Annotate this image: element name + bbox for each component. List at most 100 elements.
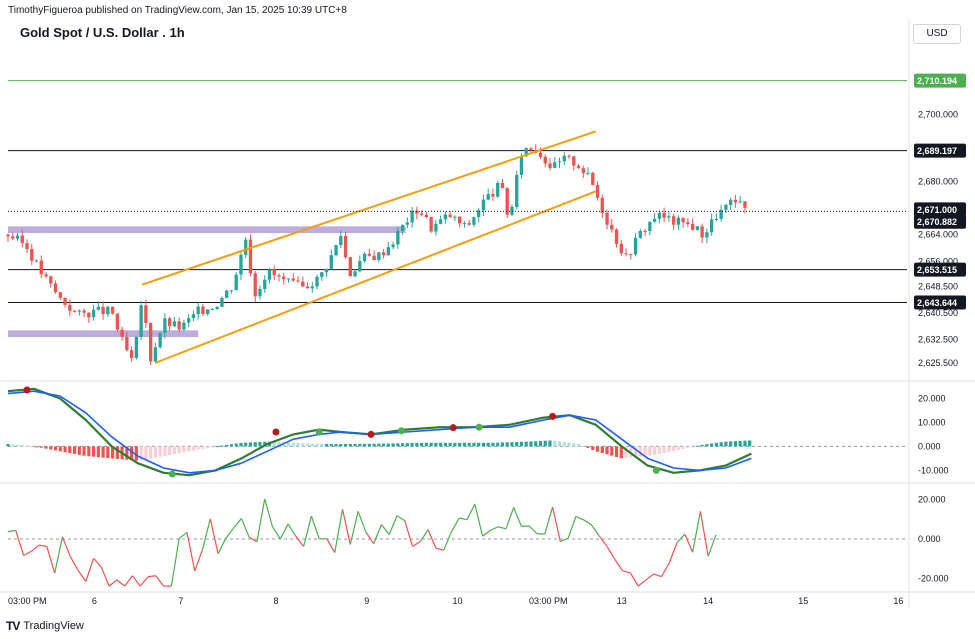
candle-body xyxy=(557,161,562,163)
oscillator-segment xyxy=(443,531,453,551)
y-tick-label: 2,632.500 xyxy=(918,335,958,345)
candle-body xyxy=(572,156,576,166)
histogram-bar xyxy=(348,444,352,447)
histogram-bar xyxy=(672,446,676,452)
candle-body xyxy=(638,230,642,238)
tradingview-brand[interactable]: TV TradingView xyxy=(6,619,84,633)
candle-body xyxy=(648,221,652,232)
oscillator-segment xyxy=(497,526,507,530)
histogram-bar xyxy=(415,442,419,447)
oscillator-segment xyxy=(77,569,87,582)
crossover-dot xyxy=(272,428,280,436)
oscillator-segment xyxy=(676,533,686,544)
chart-svg[interactable]: 2,700.0002,680.0002,664.0002,656.0002,64… xyxy=(0,0,975,639)
candle-body xyxy=(91,309,96,318)
candle-body xyxy=(743,201,747,208)
histogram-bar xyxy=(353,443,357,447)
histogram-bar xyxy=(491,442,495,447)
candle-body xyxy=(353,271,357,277)
candle-body xyxy=(662,212,666,218)
histogram-bar xyxy=(662,446,666,453)
candle-body xyxy=(315,276,319,287)
candle-body xyxy=(182,322,186,330)
candle-body xyxy=(481,199,486,211)
candle-body xyxy=(101,306,105,315)
candle-body xyxy=(591,172,595,185)
candle-body xyxy=(163,318,167,333)
oscillator-segment xyxy=(100,566,110,587)
x-tick-label: 10 xyxy=(452,596,462,606)
histogram-bar xyxy=(424,442,428,447)
histogram-bar xyxy=(315,443,319,447)
oscillator-segment xyxy=(396,515,406,522)
histogram-bar xyxy=(296,443,300,447)
histogram-bar xyxy=(462,442,467,447)
oscillator-segment xyxy=(707,534,717,557)
candle-body xyxy=(586,172,590,174)
candle-body xyxy=(286,278,291,280)
x-tick-label: 13 xyxy=(617,596,627,606)
candle-body xyxy=(201,306,205,315)
histogram-bar xyxy=(748,440,752,447)
histogram-bar xyxy=(106,446,110,459)
oscillator-segment xyxy=(264,498,274,528)
oscillator-segment xyxy=(575,515,584,521)
histogram-bar xyxy=(486,442,490,447)
candle-body xyxy=(709,219,714,233)
candle-body xyxy=(206,309,210,315)
histogram-bar xyxy=(77,446,81,455)
oscillator-segment xyxy=(513,507,523,527)
histogram-bar xyxy=(358,443,362,447)
x-tick-label: 7 xyxy=(178,596,183,606)
histogram-bar xyxy=(334,444,338,447)
oscillator-segment xyxy=(23,550,32,557)
histogram-bar xyxy=(82,446,86,456)
oscillator-segment xyxy=(365,531,375,545)
x-tick-label: 15 xyxy=(798,596,808,606)
histogram-bar xyxy=(63,446,67,453)
crossover-dot xyxy=(475,423,483,431)
candle-body xyxy=(296,280,300,282)
histogram-bar xyxy=(320,444,324,447)
candle-body xyxy=(63,297,67,305)
y-tick-label: 0.000 xyxy=(918,534,941,544)
histogram-bar xyxy=(714,442,718,447)
support-zone xyxy=(8,330,199,337)
histogram-bar xyxy=(681,446,685,449)
candle-body xyxy=(53,283,58,293)
candle-body xyxy=(505,188,509,215)
histogram-bar xyxy=(410,443,414,447)
candle-body xyxy=(619,243,623,254)
candle-body xyxy=(581,168,585,174)
oscillator-segment xyxy=(155,575,165,587)
oscillator-segment xyxy=(404,520,414,547)
candle-body xyxy=(248,239,253,274)
histogram-bar xyxy=(201,446,205,449)
candle-body xyxy=(457,216,462,224)
x-tick-label: 14 xyxy=(703,596,713,606)
candle-body xyxy=(77,310,81,312)
oscillator-segment xyxy=(131,575,141,587)
oscillator-segment xyxy=(629,572,639,587)
histogram-bar xyxy=(605,446,609,455)
candle-body xyxy=(467,223,471,225)
histogram-bar xyxy=(434,442,438,447)
crossover-dot xyxy=(549,412,557,420)
x-tick-label: 9 xyxy=(364,596,369,606)
histogram-bar xyxy=(253,442,257,447)
histogram-bar xyxy=(191,446,196,451)
histogram-bar xyxy=(301,443,305,447)
candle-body xyxy=(187,318,191,323)
candle-body xyxy=(125,336,129,351)
histogram-bar xyxy=(705,444,709,447)
candle-body xyxy=(210,308,215,310)
candle-body xyxy=(267,269,272,280)
x-tick-label: 03:00 PM xyxy=(8,596,47,606)
histogram-bar xyxy=(68,446,72,454)
candle-body xyxy=(120,329,124,337)
oscillator-segment xyxy=(583,519,592,526)
histogram-bar xyxy=(496,442,500,447)
oscillator-segment xyxy=(139,576,149,587)
crossover-dot xyxy=(315,428,323,436)
candle-body xyxy=(172,321,177,327)
